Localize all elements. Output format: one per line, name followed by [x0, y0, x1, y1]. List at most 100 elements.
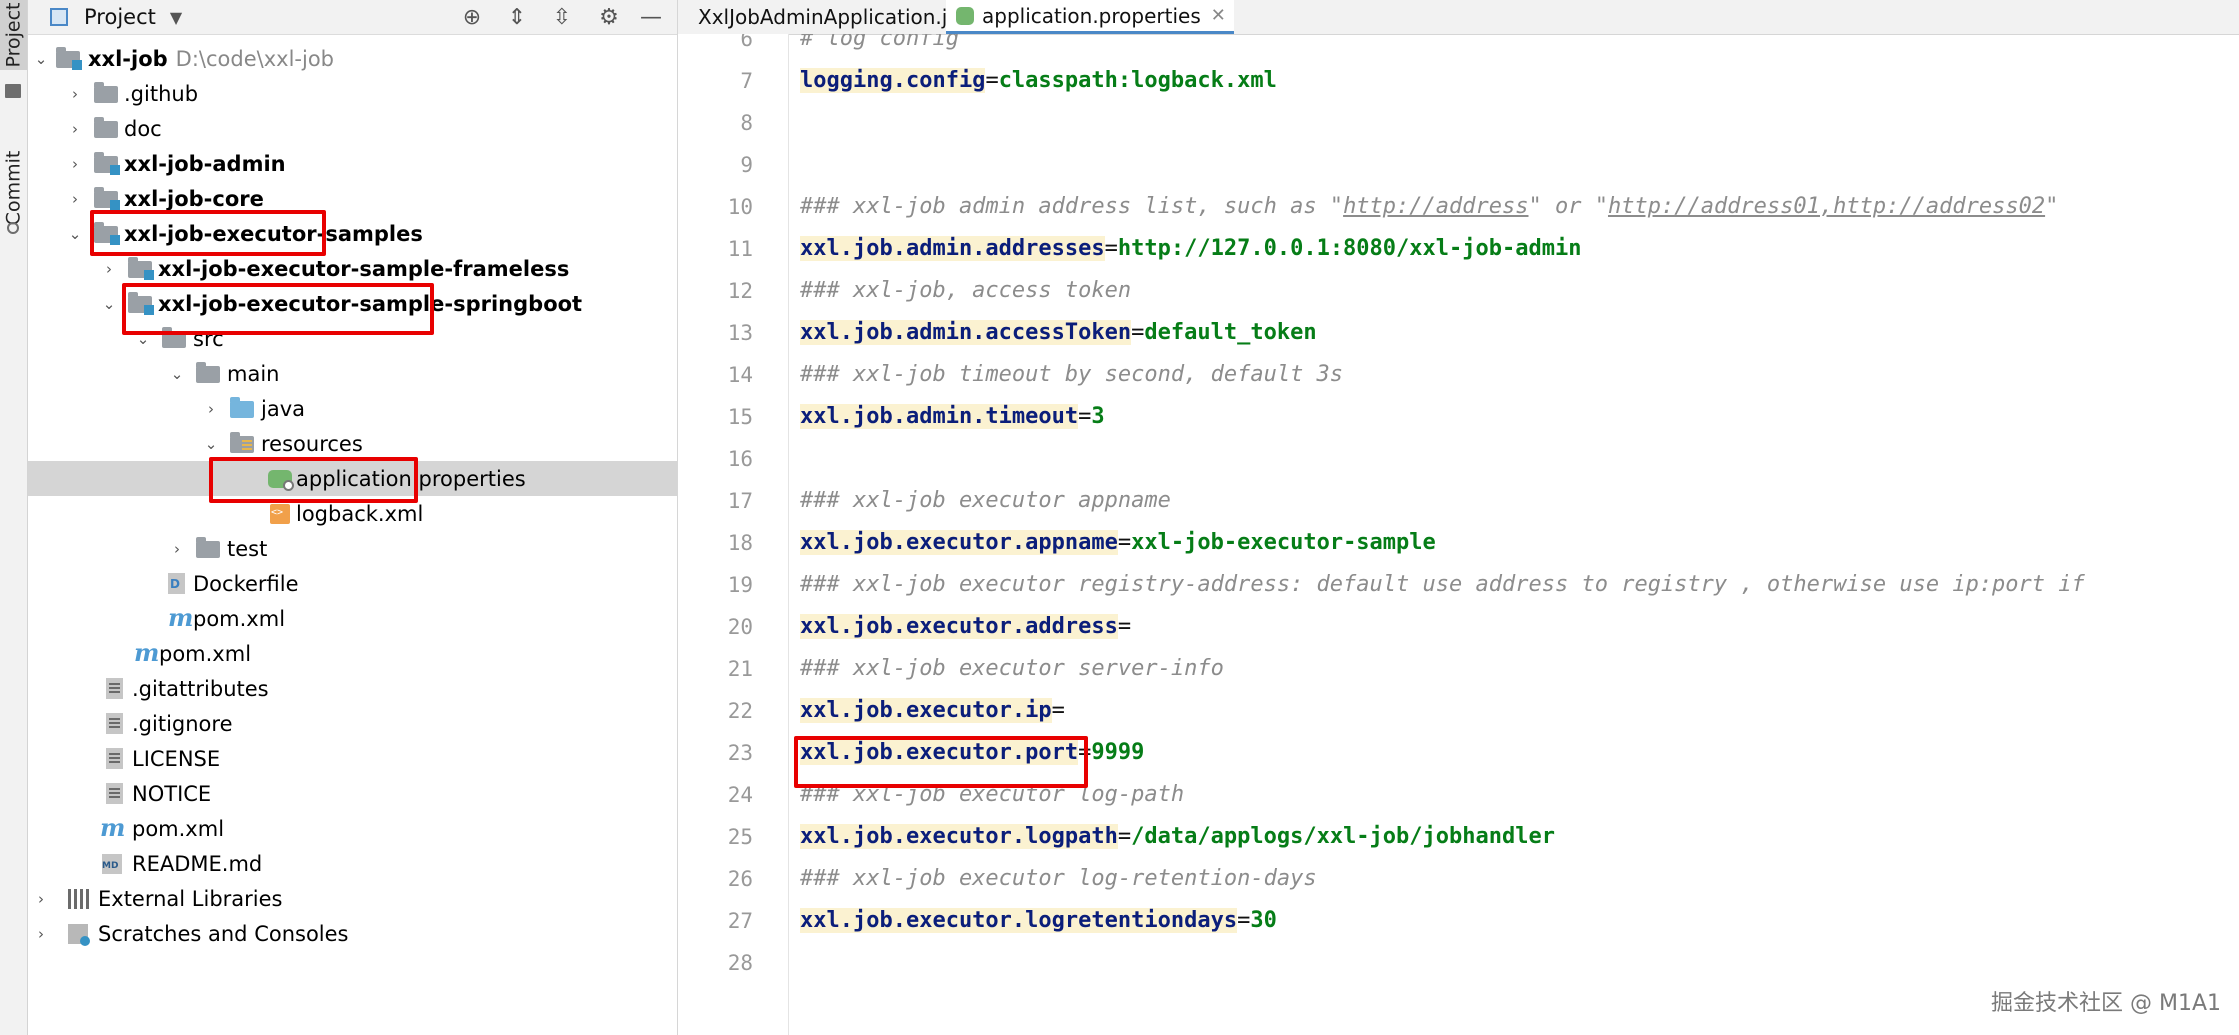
line-number: 14 [727, 363, 753, 387]
property-value: 3 [1091, 404, 1105, 429]
close-icon[interactable]: ✕ [1211, 5, 1226, 26]
chevron-down-icon[interactable]: ⌄ [202, 435, 220, 453]
comment-link[interactable]: http://address01,http://address02 [1608, 194, 2045, 219]
chevron-right-icon[interactable]: › [32, 925, 50, 943]
line-number: 12 [727, 279, 753, 303]
minimize-icon[interactable]: — [638, 4, 664, 30]
tab-application-properties[interactable]: application.properties ✕ [946, 0, 1234, 34]
ignore-file-icon [106, 713, 123, 734]
tree-item-scratches[interactable]: › Scratches and Consoles [28, 916, 677, 951]
locate-icon[interactable]: ⊕ [459, 4, 485, 30]
line-number: 8 [740, 111, 753, 135]
tree-item-pom-springboot[interactable]: m pom.xml [28, 601, 677, 636]
chevron-down-icon[interactable]: ⌄ [100, 295, 118, 313]
property-value: http://127.0.0.1:8080/xxl-job-admin [1117, 236, 1582, 261]
code-line: 16 [678, 438, 2239, 480]
comment: ### xxl-job executor log-retention-days [800, 866, 1317, 891]
tree-item-label: main [227, 362, 280, 386]
code-line: 18 xxl.job.executor.appname=xxl-job-exec… [678, 522, 2239, 564]
tree-item-label: xxl-job-core [124, 187, 264, 211]
chevron-down-icon[interactable]: ▼ [170, 8, 182, 27]
equals-sign: = [1117, 824, 1132, 849]
equals-sign: = [1078, 404, 1092, 429]
tree-item-license[interactable]: LICENSE [28, 741, 677, 776]
expand-all-icon[interactable]: ⇕ [504, 4, 530, 30]
chevron-right-icon[interactable]: › [100, 260, 118, 278]
line-number: 27 [727, 909, 753, 933]
line-number: 26 [727, 867, 753, 891]
tree-item-resources[interactable]: ⌄ resources [28, 426, 677, 461]
tree-item-test[interactable]: › test [28, 531, 677, 566]
property-key: xxl.job.executor.appname [800, 530, 1118, 555]
editor-tab-bar: XxlJobAdminApplication.java ✕ applicatio… [678, 0, 2239, 35]
project-tool-tab-label: Project [2, 2, 25, 68]
comment-link[interactable]: http://address [1343, 194, 1528, 219]
chevron-down-icon[interactable]: ⌄ [168, 365, 186, 383]
tree-item-external-libraries[interactable]: › External Libraries [28, 881, 677, 916]
tree-item-frameless[interactable]: › xxl-job-executor-sample-frameless [28, 251, 677, 286]
library-icon [68, 888, 90, 909]
tree-item-main[interactable]: ⌄ main [28, 356, 677, 391]
tool-window-strip: Project Commit [0, 0, 28, 1035]
tree-item-doc[interactable]: › doc [28, 111, 677, 146]
markdown-file-icon [102, 853, 122, 874]
tab-xxljobadminapplication[interactable]: XxlJobAdminApplication.java ✕ [690, 0, 1009, 34]
line-number: 6 [740, 34, 753, 51]
line-number: 13 [727, 321, 753, 345]
tree-item-github[interactable]: › .github [28, 76, 677, 111]
chevron-down-icon[interactable]: ⌄ [32, 50, 50, 68]
dockerfile-icon [168, 573, 185, 594]
tree-item-readme[interactable]: README.md [28, 846, 677, 881]
tree-item-dockerfile[interactable]: Dockerfile [28, 566, 677, 601]
collapse-all-icon[interactable]: ⇳ [549, 4, 575, 30]
maven-icon: m [100, 812, 126, 842]
chevron-right-icon[interactable]: › [32, 890, 50, 908]
comment: " or " [1528, 194, 1608, 219]
folder-icon [94, 117, 118, 138]
property-key: xxl.job.admin.accessToken [800, 320, 1132, 345]
tree-item-notice[interactable]: NOTICE [28, 776, 677, 811]
chevron-right-icon[interactable]: › [168, 540, 186, 558]
chevron-right-icon[interactable]: › [66, 85, 84, 103]
chevron-down-icon[interactable]: ⌄ [66, 225, 84, 243]
tree-item-root[interactable]: ⌄ xxl-job D:\code\xxl-job [28, 41, 677, 76]
commit-icon [7, 222, 19, 234]
line-number: 16 [727, 447, 753, 471]
root-label: xxl-job [88, 47, 168, 71]
property-value: 30 [1250, 908, 1277, 933]
folder-icon [94, 82, 118, 103]
property-key: xxl.job.admin.addresses [800, 236, 1105, 261]
equals-sign: = [1117, 614, 1132, 639]
text-file-icon [106, 748, 123, 769]
tree-item-label: Dockerfile [193, 572, 299, 596]
code-line: 22 xxl.job.executor.ip= [678, 690, 2239, 732]
panel-title: Project [84, 5, 156, 29]
chevron-right-icon[interactable]: › [66, 120, 84, 138]
highlight-application-properties [209, 457, 418, 503]
tree-item-pom-samples[interactable]: m pom.xml [28, 636, 677, 671]
line-number: 7 [740, 69, 753, 93]
tree-item-java[interactable]: › java [28, 391, 677, 426]
tree-item-label: .gitignore [132, 712, 233, 736]
project-tool-tab[interactable]: Project [0, 0, 27, 70]
property-key: xxl.job.executor.logpath [800, 824, 1118, 849]
watermark: 掘金技术社区 @ M1A1 [1990, 991, 2221, 1016]
tree-item-gitattributes[interactable]: .gitattributes [28, 671, 677, 706]
tree-item-label: java [261, 397, 305, 421]
editor-area: XxlJobAdminApplication.java ✕ applicatio… [678, 0, 2239, 1035]
chevron-right-icon[interactable]: › [66, 190, 84, 208]
tree-item-gitignore[interactable]: .gitignore [28, 706, 677, 741]
code-editor[interactable]: 6 # log config 7 logging.config=classpat… [678, 34, 2239, 1035]
property-value: 9999 [1091, 740, 1145, 765]
tree-item-admin[interactable]: › xxl-job-admin [28, 146, 677, 181]
chevron-right-icon[interactable]: › [66, 155, 84, 173]
tree-item-pom-root[interactable]: m pom.xml [28, 811, 677, 846]
comment: " [2045, 194, 2059, 219]
code-line: 6 # log config [678, 34, 2239, 60]
tree-item-label: pom.xml [159, 642, 252, 666]
module-folder-icon [94, 152, 120, 175]
text-file-icon [106, 678, 123, 699]
chevron-right-icon[interactable]: › [202, 400, 220, 418]
gear-icon[interactable]: ⚙ [596, 4, 622, 30]
line-number: 19 [727, 573, 753, 597]
